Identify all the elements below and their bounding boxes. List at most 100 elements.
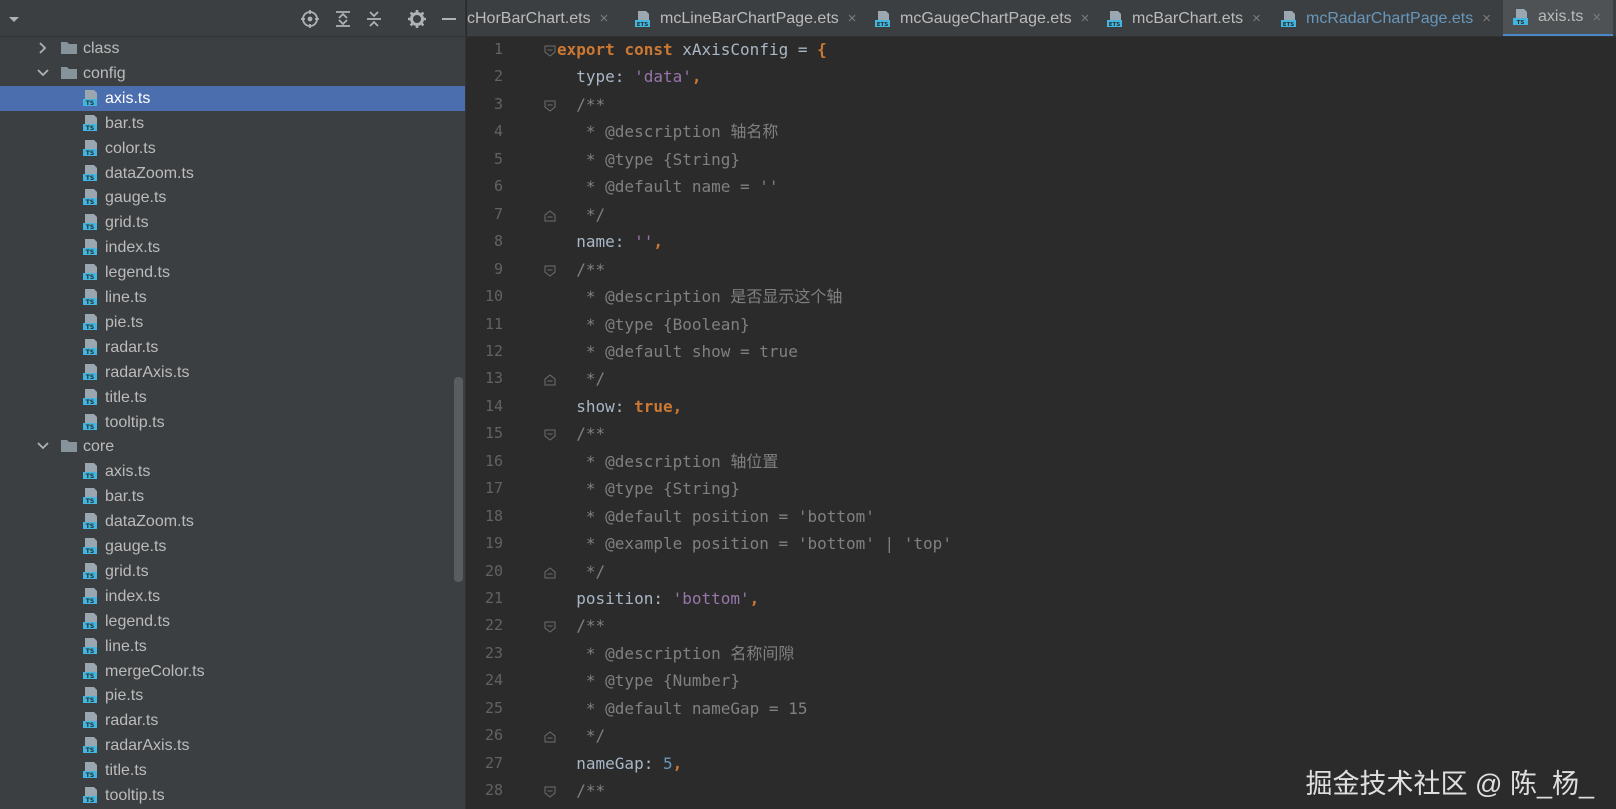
ets-file-icon: ETS	[1107, 10, 1123, 28]
tab-label: mcLineBarChartPage.ets	[660, 9, 839, 27]
ts-file-icon: TS	[82, 462, 100, 480]
tree-file[interactable]: TS title.ts	[0, 758, 465, 783]
tree-file[interactable]: TS tooltip.ts	[0, 783, 465, 808]
tree-file[interactable]: TS dataZoom.ts	[0, 161, 465, 186]
tree-file[interactable]: TS legend.ts	[0, 260, 465, 285]
tree-file[interactable]: TS mergeColor.ts	[0, 659, 465, 684]
tree-label: index.ts	[105, 587, 161, 605]
editor-tab[interactable]: cHorBarChart.ets ×	[467, 0, 620, 36]
ts-file-icon: TS	[82, 114, 100, 132]
dropdown-arrow-icon[interactable]	[2, 7, 26, 31]
fold-close-icon[interactable]	[544, 209, 556, 222]
tree-label: legend.ts	[105, 264, 170, 282]
tree-file[interactable]: TS color.ts	[0, 136, 465, 161]
svg-text:TS: TS	[86, 399, 94, 406]
code-line: * @description 是否显示这个轴	[557, 283, 843, 310]
svg-text:TS: TS	[86, 772, 94, 779]
gear-icon[interactable]	[405, 7, 429, 31]
tree-file[interactable]: TS radar.ts	[0, 708, 465, 733]
tree-label: radarAxis.ts	[105, 737, 190, 755]
tree-file[interactable]: TS gauge.ts	[0, 185, 465, 210]
tree-label: gauge.ts	[105, 189, 167, 207]
svg-text:TS: TS	[86, 324, 94, 331]
tree-folder[interactable]: config	[0, 61, 465, 86]
code-editor[interactable]: 1 2 3 4 5 6 7 8 9 10 11 12 13 14 15 16 17 18 19 20 21 22 23 24 2…	[467, 37, 1616, 809]
tree-file[interactable]: TS radarAxis.ts	[0, 360, 465, 385]
tree-file[interactable]: TS pie.ts	[0, 683, 465, 708]
ts-file-icon: TS	[82, 313, 100, 331]
editor-tab[interactable]: ETS mcBarChart.ets ×	[1107, 0, 1273, 36]
line-number: 4	[493, 122, 503, 141]
project-scrollbar-thumb[interactable]	[454, 377, 463, 582]
fold-open-icon[interactable]	[544, 44, 556, 57]
tree-file[interactable]: TS grid.ts	[0, 210, 465, 235]
tree-folder[interactable]: core	[0, 434, 465, 459]
tree-file[interactable]: TS grid.ts	[0, 559, 465, 584]
editor-tab[interactable]: ETS mcRadarChartPage.ets ×	[1281, 0, 1503, 36]
tree-label: axis.ts	[105, 89, 151, 107]
tree-file[interactable]: TS legend.ts	[0, 609, 465, 634]
editor-tab[interactable]: ETS mcLineBarChartPage.ets ×	[635, 0, 869, 36]
line-number: 27	[484, 753, 503, 772]
ts-file-icon: TS	[82, 288, 100, 306]
code-token: */	[557, 561, 606, 581]
fold-open-icon[interactable]	[544, 785, 556, 798]
tree-file[interactable]: TS tooltip.ts	[0, 410, 465, 435]
tree-label: radar.ts	[105, 338, 159, 356]
code-token: :	[614, 67, 635, 87]
fold-open-icon[interactable]	[544, 99, 556, 112]
close-icon[interactable]: ×	[600, 10, 609, 27]
tree-file[interactable]: TS line.ts	[0, 634, 465, 659]
code-line: position: 'bottom',	[557, 585, 759, 612]
tree-file[interactable]: TS index.ts	[0, 584, 465, 609]
close-icon[interactable]: ×	[1252, 10, 1261, 27]
line-number: 18	[484, 506, 503, 525]
close-icon[interactable]: ×	[1482, 10, 1491, 27]
tree-file[interactable]: TS radar.ts	[0, 335, 465, 360]
chevron-right-icon[interactable]	[36, 41, 50, 55]
tree-file[interactable]: TS bar.ts	[0, 111, 465, 136]
tree-file[interactable]: TS title.ts	[0, 385, 465, 410]
tree-file[interactable]: TS radarAxis.ts	[0, 733, 465, 758]
expand-all-icon[interactable]	[331, 7, 355, 31]
tree-file[interactable]: TS axis.ts	[0, 459, 465, 484]
close-icon[interactable]: ×	[1081, 10, 1090, 27]
tree-file[interactable]: TS line.ts	[0, 285, 465, 310]
tree-file[interactable]: TS gauge.ts	[0, 534, 465, 559]
svg-text:TS: TS	[86, 299, 94, 306]
code-line: show: true,	[557, 393, 682, 420]
code-token: * @description 轴名称	[557, 122, 779, 142]
svg-text:TS: TS	[86, 548, 94, 555]
fold-open-icon[interactable]	[544, 264, 556, 277]
close-icon[interactable]: ×	[1592, 9, 1601, 26]
code-token: /**	[557, 424, 606, 444]
code-line: * @example position = 'bottom' | 'top'	[557, 530, 952, 557]
fold-close-icon[interactable]	[544, 373, 556, 386]
ts-file-icon: TS	[82, 786, 100, 804]
tree-file[interactable]: TS bar.ts	[0, 484, 465, 509]
code-token: :	[614, 396, 635, 416]
editor-tab[interactable]: ETS mcGaugeChartPage.ets ×	[875, 0, 1101, 36]
fold-open-icon[interactable]	[544, 620, 556, 634]
minimize-icon[interactable]	[437, 7, 461, 31]
fold-close-icon[interactable]	[544, 730, 556, 743]
collapse-all-icon[interactable]	[362, 7, 386, 31]
tree-file[interactable]: TS axis.ts	[0, 85, 465, 111]
tree-folder[interactable]: class	[0, 36, 465, 61]
chevron-down-icon[interactable]	[36, 439, 50, 453]
ts-file-icon: TS	[82, 686, 100, 704]
locate-icon[interactable]	[298, 7, 322, 31]
tree-file[interactable]: TS index.ts	[0, 235, 465, 260]
tree-file[interactable]: TS pie.ts	[0, 310, 465, 335]
close-icon[interactable]: ×	[848, 10, 857, 27]
code-token: export	[557, 40, 615, 59]
code-token: {	[817, 40, 827, 59]
chevron-down-icon[interactable]	[36, 66, 50, 80]
code-line: /**	[557, 91, 605, 118]
editor-tab[interactable]: TS axis.ts ×	[1503, 0, 1614, 36]
tree-file[interactable]: TS dataZoom.ts	[0, 509, 465, 534]
ts-file-icon: TS	[82, 238, 100, 256]
fold-open-icon[interactable]	[544, 428, 556, 441]
fold-close-icon[interactable]	[544, 566, 556, 579]
